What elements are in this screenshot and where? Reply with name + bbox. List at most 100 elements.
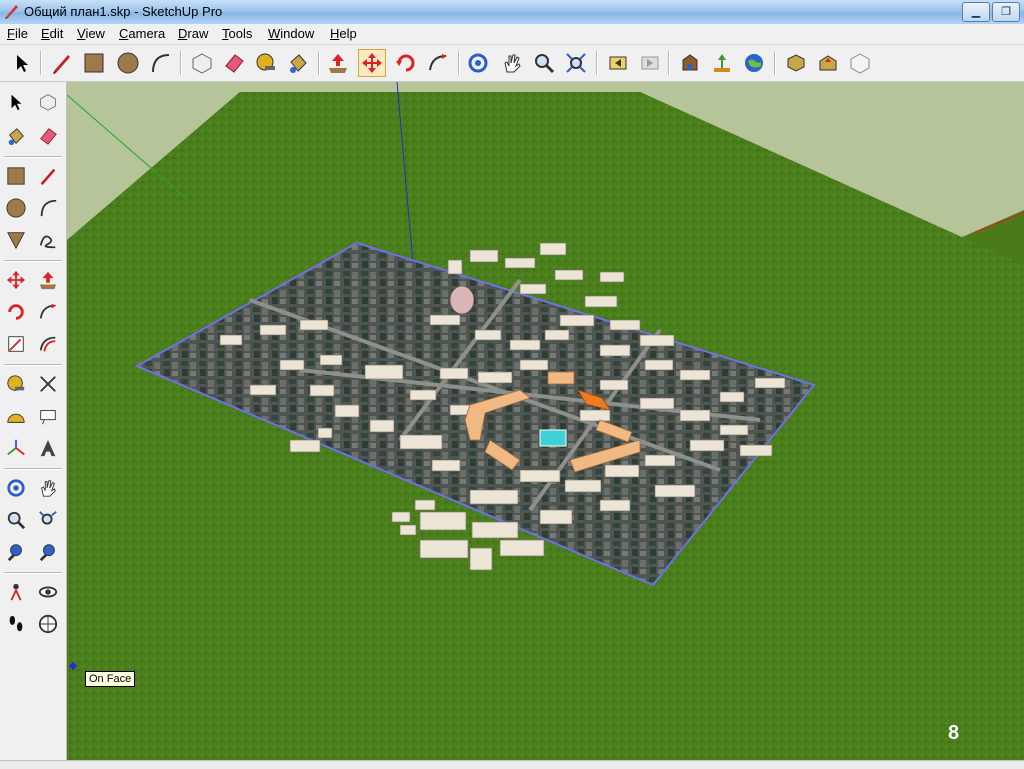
- menu-help[interactable]: Help: [330, 26, 357, 41]
- model-viewport[interactable]: [67, 82, 1024, 760]
- palette-circle-button[interactable]: [2, 194, 30, 222]
- eraser-icon: [40, 128, 57, 145]
- arc-icon: [40, 199, 57, 217]
- zoom-extents-button[interactable]: [562, 49, 590, 77]
- palette-dimension-button[interactable]: [34, 370, 62, 398]
- palette-freehand-button[interactable]: [34, 226, 62, 254]
- component-window-button[interactable]: [846, 49, 874, 77]
- palette-section-plane-button[interactable]: [34, 610, 62, 638]
- line-tool-button[interactable]: [48, 49, 76, 77]
- palette-orbit-button[interactable]: [2, 474, 30, 502]
- palette-eraser-button[interactable]: [34, 122, 62, 150]
- main-toolbar: [0, 45, 1024, 82]
- offset-icon: [39, 336, 56, 352]
- palette-polygon-button[interactable]: [2, 226, 30, 254]
- inference-tooltip: On Face: [85, 671, 136, 687]
- paint-bucket-icon: [290, 54, 307, 73]
- circle-icon: [117, 52, 139, 74]
- palette-offset-button[interactable]: [34, 330, 62, 358]
- get-models-button[interactable]: [676, 49, 704, 77]
- palette-zoom-extents-button[interactable]: [2, 538, 30, 566]
- menu-file[interactable]: File: [7, 26, 28, 41]
- move-tool-button[interactable]: [358, 49, 386, 77]
- pan-tool-button[interactable]: [498, 49, 526, 77]
- palette-line-button[interactable]: [34, 162, 62, 190]
- rotate-tool-button[interactable]: [392, 49, 420, 77]
- circle-icon: [6, 198, 26, 218]
- palette-tape-measure-button[interactable]: [2, 370, 30, 398]
- orbit-tool-button[interactable]: [464, 49, 492, 77]
- push-pull-button[interactable]: [324, 49, 352, 77]
- palette-text-button[interactable]: [34, 402, 62, 430]
- import-model-button[interactable]: [814, 49, 842, 77]
- palette-scale-button[interactable]: [2, 330, 30, 358]
- palette-make-component-button[interactable]: [34, 88, 62, 116]
- scene-canvas[interactable]: [67, 82, 1024, 760]
- next-view-button[interactable]: [636, 49, 664, 77]
- window-title: Общий план1.skp - SketchUp Pro: [24, 4, 223, 19]
- palette-rotate-button[interactable]: [2, 298, 30, 326]
- section-plane-icon: [38, 614, 58, 634]
- slide-number: 8: [948, 722, 960, 744]
- palette-select-button[interactable]: [2, 88, 30, 116]
- minimize-button[interactable]: ▁: [962, 2, 990, 22]
- google-earth-button[interactable]: [740, 49, 768, 77]
- menu-tools[interactable]: Tools: [222, 26, 252, 41]
- menu-edit[interactable]: Edit: [41, 26, 63, 41]
- palette-push-pull-button[interactable]: [34, 266, 62, 294]
- tape-measure-icon: [256, 53, 275, 71]
- menu-view[interactable]: View: [77, 26, 105, 41]
- circle-tool-button[interactable]: [114, 49, 142, 77]
- palette-paint-button[interactable]: [2, 122, 30, 150]
- palette-rectangle-button[interactable]: [2, 162, 30, 190]
- palette-pan-button[interactable]: [34, 474, 62, 502]
- title-bar: Общий план1.skp - SketchUp Pro ▁ ❐: [0, 0, 1024, 25]
- previous-view-icon: [609, 56, 627, 70]
- next-view-icon: [641, 56, 659, 70]
- orbit-icon: [468, 53, 488, 73]
- previous-view-button[interactable]: [604, 49, 632, 77]
- menu-draw[interactable]: Draw: [178, 26, 208, 41]
- restore-button[interactable]: ❐: [992, 2, 1020, 22]
- components-button[interactable]: [782, 49, 810, 77]
- palette-axes-button[interactable]: [2, 434, 30, 462]
- follow-me-button[interactable]: [424, 49, 452, 77]
- push-pull-icon: [39, 271, 57, 290]
- make-component-button[interactable]: [188, 49, 216, 77]
- palette-move-button[interactable]: [2, 266, 30, 294]
- palette-zoom-button[interactable]: [2, 506, 30, 534]
- follow-me-icon: [429, 54, 447, 71]
- select-tool-button[interactable]: [8, 49, 36, 77]
- component-window-icon: [850, 53, 870, 74]
- make-component-icon: [40, 94, 56, 111]
- orbit-icon: [7, 479, 25, 497]
- menu-camera[interactable]: Camera: [119, 26, 165, 41]
- rectangle-tool-button[interactable]: [80, 49, 108, 77]
- follow-me-icon: [39, 303, 57, 319]
- palette-protractor-button[interactable]: [2, 402, 30, 430]
- tape-measure-icon: [7, 375, 25, 391]
- palette-zoom-window-button[interactable]: [34, 506, 62, 534]
- paint-bucket-button[interactable]: [284, 49, 312, 77]
- zoom-extents-icon: [566, 53, 586, 73]
- palette-3d-text-button[interactable]: [34, 434, 62, 462]
- arc-tool-button[interactable]: [146, 49, 174, 77]
- eraser-icon: [225, 54, 244, 73]
- push-pull-icon: [329, 54, 347, 73]
- zoom-tool-button[interactable]: [530, 49, 558, 77]
- palette-follow-me-button[interactable]: [34, 298, 62, 326]
- palette-look-around-button[interactable]: [34, 578, 62, 606]
- rectangle-icon: [7, 167, 25, 185]
- menu-window[interactable]: Window: [268, 26, 314, 41]
- eraser-tool-button[interactable]: [220, 49, 248, 77]
- rotate-icon: [8, 304, 24, 320]
- paint-bucket-icon: [8, 128, 24, 146]
- line-icon: [53, 55, 70, 74]
- palette-walk-button[interactable]: [2, 610, 30, 638]
- scale-icon: [8, 336, 24, 352]
- tape-measure-button[interactable]: [252, 49, 280, 77]
- palette-previous-view-button[interactable]: [34, 538, 62, 566]
- share-model-button[interactable]: [708, 49, 736, 77]
- palette-position-camera-button[interactable]: [2, 578, 30, 606]
- palette-arc-button[interactable]: [34, 194, 62, 222]
